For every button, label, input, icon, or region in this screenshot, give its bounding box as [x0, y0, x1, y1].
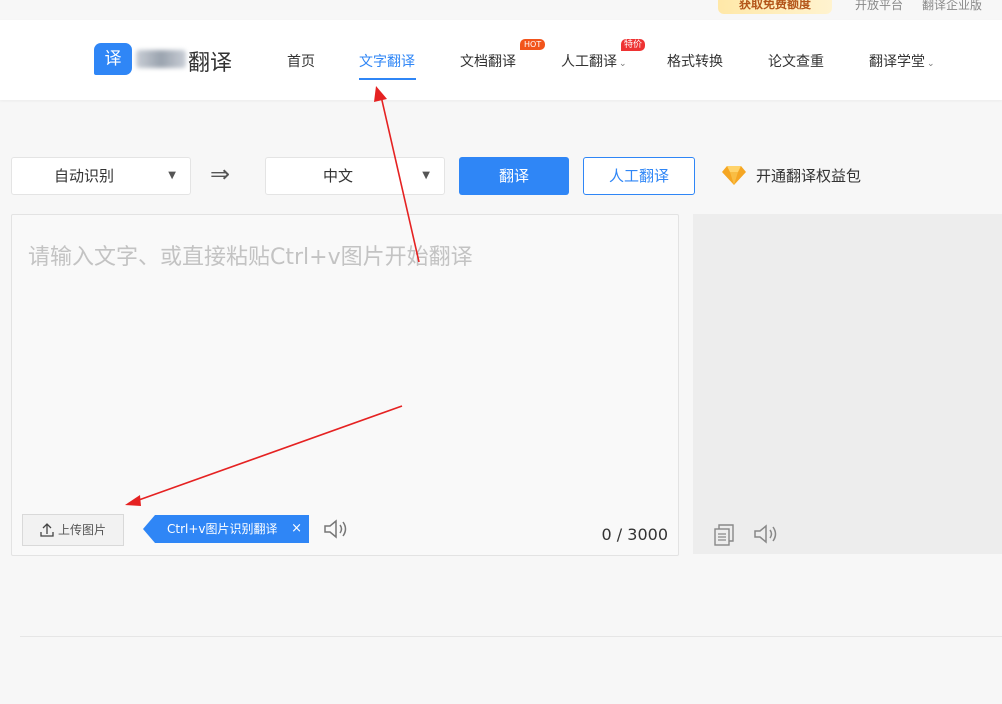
- nav-home[interactable]: 首页: [287, 51, 315, 71]
- diamond-icon: [722, 166, 746, 185]
- char-count: 0: [601, 525, 612, 544]
- promo-banner[interactable]: 获取免费额度: [718, 0, 832, 14]
- nav-label: 论文查重: [768, 54, 824, 70]
- nav-label: 翻译学堂: [869, 54, 925, 70]
- paste-ocr-label: Ctrl+v图片识别翻译: [167, 522, 278, 536]
- speaker-icon[interactable]: [323, 518, 349, 540]
- enterprise-link[interactable]: 翻译企业版: [922, 0, 982, 13]
- site-header: 译 翻译 首页 文字翻译 文档翻译 HOT 人工翻译 ⌄ 特价 格式转换 论文查重…: [0, 20, 1002, 100]
- nav-plagiarism-check[interactable]: 论文查重: [768, 51, 824, 71]
- swap-arrow-icon[interactable]: ⇒: [210, 160, 230, 188]
- upload-image-label: 上传图片: [58, 523, 107, 537]
- nav-label: 首页: [287, 54, 315, 70]
- caret-down-icon: ▼: [422, 170, 430, 181]
- copy-icon[interactable]: [713, 524, 735, 546]
- translate-button[interactable]: 翻译: [459, 157, 569, 195]
- speaker-icon[interactable]: [753, 523, 779, 545]
- paste-ocr-tag[interactable]: Ctrl+v图片识别翻译 ×: [143, 515, 309, 543]
- hot-badge: HOT: [520, 39, 546, 50]
- logo-text[interactable]: 翻译: [188, 45, 232, 77]
- active-tab-underline: [359, 78, 416, 80]
- source-language-value: 自动识别: [53, 167, 114, 185]
- nav-label: 文档翻译: [460, 54, 516, 70]
- vip-package-link[interactable]: 开通翻译权益包: [756, 165, 861, 186]
- translation-output-panel: [693, 214, 1002, 554]
- chevron-down-icon: ⌄: [619, 59, 627, 69]
- caret-down-icon: ▼: [168, 170, 176, 181]
- logo-badge[interactable]: 译: [94, 43, 132, 75]
- nav-human-translate[interactable]: 人工翻译 ⌄: [561, 51, 627, 71]
- footer-divider: [20, 636, 1002, 637]
- nav-translation-academy[interactable]: 翻译学堂 ⌄: [869, 51, 935, 71]
- logo-blurred-name: [136, 50, 186, 68]
- sale-badge: 特价: [621, 39, 646, 51]
- count-separator: /: [611, 525, 628, 544]
- close-icon[interactable]: ×: [291, 515, 302, 543]
- human-translate-button[interactable]: 人工翻译: [583, 157, 695, 195]
- character-counter: 0 / 3000: [602, 525, 668, 544]
- target-language-value: 中文: [322, 167, 353, 185]
- upload-icon: [40, 515, 54, 556]
- chevron-down-icon: ⌄: [927, 59, 935, 69]
- top-strip: 获取免费额度 开放平台 翻译企业版: [0, 0, 1002, 20]
- nav-label: 人工翻译: [561, 54, 617, 70]
- source-text-placeholder[interactable]: 请输入文字、或直接粘贴Ctrl+v图片开始翻译: [28, 239, 473, 271]
- nav-doc-translate[interactable]: 文档翻译: [460, 51, 516, 71]
- char-max: 3000: [627, 525, 668, 544]
- nav-label: 文字翻译: [359, 54, 415, 70]
- target-language-select[interactable]: 中文 ▼: [265, 157, 445, 195]
- open-platform-link[interactable]: 开放平台: [855, 0, 903, 13]
- nav-text-translate[interactable]: 文字翻译: [359, 51, 415, 71]
- nav-label: 格式转换: [667, 54, 723, 70]
- upload-image-button[interactable]: 上传图片: [22, 514, 124, 546]
- nav-format-convert[interactable]: 格式转换: [667, 51, 723, 71]
- source-language-select[interactable]: 自动识别 ▼: [11, 157, 191, 195]
- source-text-panel[interactable]: 请输入文字、或直接粘贴Ctrl+v图片开始翻译 上传图片 Ctrl+v图片识别翻…: [11, 214, 679, 556]
